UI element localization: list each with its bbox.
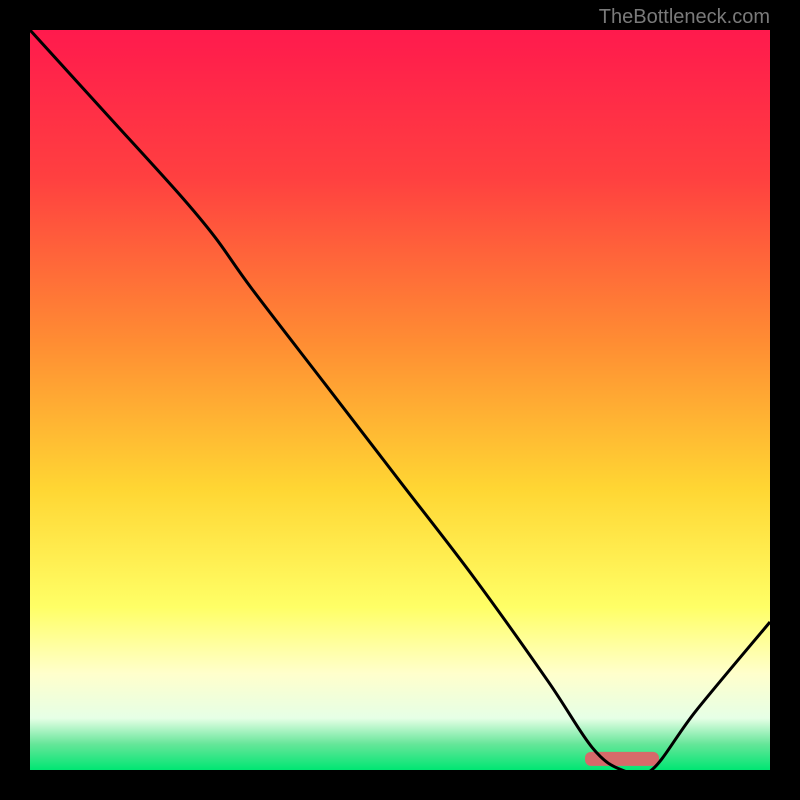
plot-area (30, 30, 770, 770)
chart-container: TheBottleneck.com (0, 0, 800, 800)
attribution-label: TheBottleneck.com (599, 6, 770, 29)
bottleneck-chart (30, 30, 770, 770)
gradient-background (30, 30, 770, 770)
